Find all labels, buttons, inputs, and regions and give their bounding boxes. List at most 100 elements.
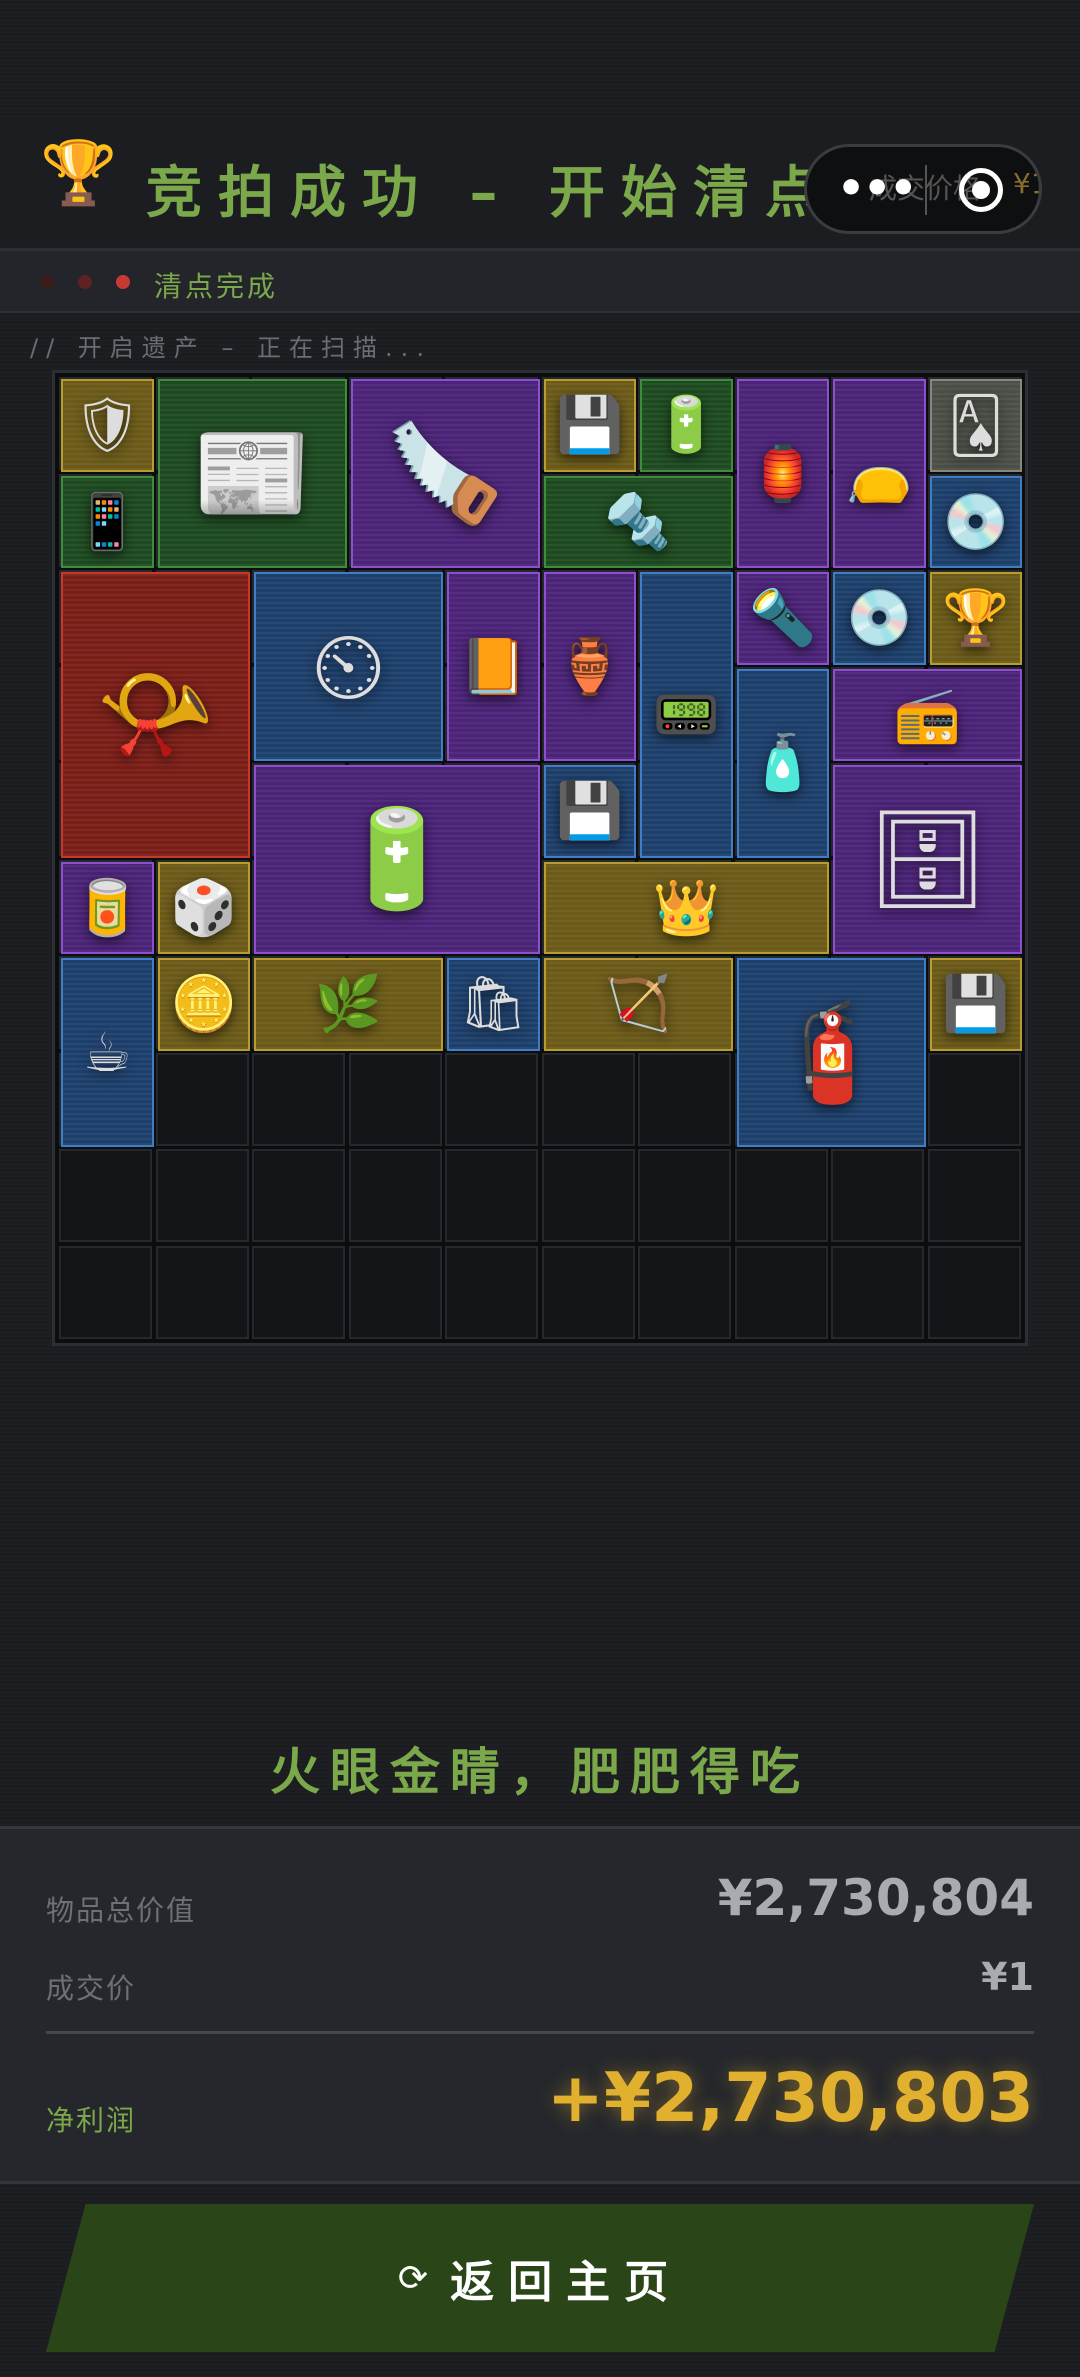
item-jeweled-tiara[interactable]: 👑	[543, 861, 829, 954]
trophy-icon: 🏆	[40, 136, 118, 209]
item-battery-9v[interactable]: 🔋	[640, 379, 733, 472]
empty-slot	[155, 1245, 249, 1339]
item-walkie-talkie[interactable]: 📟	[640, 572, 733, 858]
item-tin-can[interactable]: 🥫	[61, 861, 154, 954]
saw-icon: 🪚	[385, 417, 505, 529]
net-profit-label: 净利润	[46, 2104, 137, 2137]
empty-slot	[831, 1149, 924, 1242]
mini-program-capsule[interactable]: 成交价格 ¥1 •••	[804, 144, 1042, 234]
empty-slot	[252, 1149, 345, 1242]
item-vintage-radio[interactable]: 📻	[833, 668, 1022, 761]
item-gold-laurel[interactable]: 🌿	[254, 958, 443, 1051]
hard-drive-icon: 🗄	[866, 803, 989, 915]
summary-divider	[46, 2031, 1034, 2034]
item-powerbank[interactable]: 📱	[61, 475, 154, 568]
item-golden-ewer[interactable]: 🏺	[543, 572, 636, 761]
cd-icon: 💿	[845, 586, 913, 650]
empty-slot	[927, 1245, 1021, 1339]
return-home-button[interactable]: ⟳ 返回主页	[46, 2204, 1034, 2352]
item-news-digest-magazine[interactable]: 📰	[157, 379, 347, 568]
empty-slot	[252, 1052, 345, 1146]
gas-cylinder-icon: 🧯	[771, 996, 891, 1108]
total-value-label: 物品总价值	[46, 1894, 197, 1927]
usb-icon: 💾	[556, 779, 624, 843]
item-playing-card[interactable]: 🂡	[929, 379, 1022, 472]
pouch-icon: 👝	[845, 441, 913, 505]
item-power-drill[interactable]: 🔩	[543, 475, 733, 568]
empty-slot	[155, 1149, 249, 1242]
item-car-battery[interactable]: 🔋	[254, 765, 540, 954]
item-portal-cube[interactable]: 🎲	[157, 861, 250, 954]
inventory-grid: 🛡 📰 🪚 💾 🔋 🏮 👝 🂡 📱 🔩 💿 📯 ⏲ 📙 🏺 📟 🔦 💿 🏆 🧴 📻 🔋 💾 🗄 🥫 🎲 👑 ☕ 🪙 🌿 🛍 🏹 🧯 💾	[52, 370, 1028, 1346]
status-dot	[116, 275, 130, 289]
car-battery-icon: 🔋	[336, 803, 457, 915]
status-dot	[40, 275, 54, 289]
cd-icon: 💿	[942, 489, 1010, 553]
item-old-pouch[interactable]: 👝	[833, 379, 926, 568]
coffee-pot-icon: ☕	[83, 1021, 132, 1084]
empty-slot	[541, 1149, 635, 1242]
radio-device-icon: 📟	[652, 682, 720, 746]
item-coffee-bag[interactable]: 🛍	[447, 958, 540, 1051]
deal-price-value: ¥1	[981, 1955, 1034, 1999]
header-bar: 🏆 竞拍成功 – 开始清点 成交价格 ¥1 •••	[0, 120, 1080, 251]
item-cd-disc[interactable]: 💿	[929, 475, 1022, 568]
item-circular-saw[interactable]: 🪚	[350, 379, 540, 568]
empty-slot	[348, 1052, 442, 1146]
empty-slot	[445, 1052, 538, 1146]
item-oil-lantern[interactable]: 🏮	[736, 379, 829, 568]
coin-icon: 🪙	[170, 972, 238, 1036]
item-black-tide-book[interactable]: 📙	[447, 572, 540, 761]
radio-icon: 📻	[893, 682, 962, 746]
slogan: 火眼金睛，肥肥得吃	[270, 1743, 810, 1801]
item-floppy-disk-2[interactable]: 💾	[929, 958, 1022, 1051]
item-floppy-disk[interactable]: 💾	[543, 379, 636, 472]
deal-price-label: 成交价	[46, 1972, 137, 2005]
item-gas-cylinder[interactable]: 🧯	[736, 958, 926, 1147]
empty-slot	[734, 1149, 828, 1242]
item-usb-drive[interactable]: 💾	[543, 765, 636, 858]
coffee-bag-icon: 🛍	[458, 972, 528, 1036]
powerbank-icon: 📱	[73, 489, 141, 553]
badge-icon: 🛡	[72, 393, 142, 457]
clock-icon: ⏲	[311, 609, 386, 722]
status-label: 清点完成	[154, 270, 279, 303]
empty-slot	[59, 1245, 152, 1339]
ewer-icon: 🏺	[556, 634, 624, 698]
item-gramophone[interactable]: 📯	[61, 572, 250, 858]
close-miniprogram-icon[interactable]	[959, 168, 1003, 212]
item-flashlight[interactable]: 🔦	[736, 572, 829, 665]
item-crossbow[interactable]: 🏹	[543, 958, 733, 1051]
item-crystal-trophy[interactable]: 🏆	[929, 572, 1022, 665]
scan-label: // 开启遗产 – 正在扫描...	[30, 334, 432, 362]
empty-slot	[638, 1245, 731, 1339]
return-home-label: 返回主页	[450, 2257, 683, 2308]
item-black-powder-bottle[interactable]: 🧴	[736, 668, 829, 858]
item-gold-medallion[interactable]: 🪙	[157, 958, 250, 1051]
empty-slot	[541, 1052, 635, 1146]
cube-icon: 🎲	[170, 875, 238, 939]
empty-slot	[927, 1052, 1021, 1146]
empty-slot	[348, 1149, 442, 1242]
tiara-icon: 👑	[652, 875, 720, 939]
item-moka-pot[interactable]: ☕	[61, 958, 154, 1147]
can-icon: 🥫	[73, 875, 141, 939]
capsule-divider	[925, 165, 927, 215]
item-tarkov-badge[interactable]: 🛡	[61, 379, 154, 472]
empty-slot	[348, 1245, 442, 1339]
item-tgd-hard-drive[interactable]: 🗄	[833, 765, 1022, 954]
bottle-icon: 🧴	[749, 731, 817, 794]
more-menu-icon[interactable]: •••	[837, 163, 917, 214]
item-cd-disc-2[interactable]: 💿	[833, 572, 926, 665]
crossbow-icon: 🏹	[604, 972, 672, 1036]
status-bar: 清点完成	[0, 251, 1080, 313]
lantern-icon: 🏮	[749, 441, 817, 505]
floppy-icon: 💾	[942, 972, 1010, 1036]
capsule-peek-value: ¥1	[1013, 167, 1039, 200]
magazine-icon: 📰	[192, 417, 312, 529]
card-icon: 🂡	[948, 393, 1004, 457]
book-icon: 📙	[459, 634, 527, 698]
item-digital-clock[interactable]: ⏲	[254, 572, 443, 761]
empty-slot	[252, 1245, 345, 1339]
flashlight-icon: 🔦	[749, 586, 817, 650]
